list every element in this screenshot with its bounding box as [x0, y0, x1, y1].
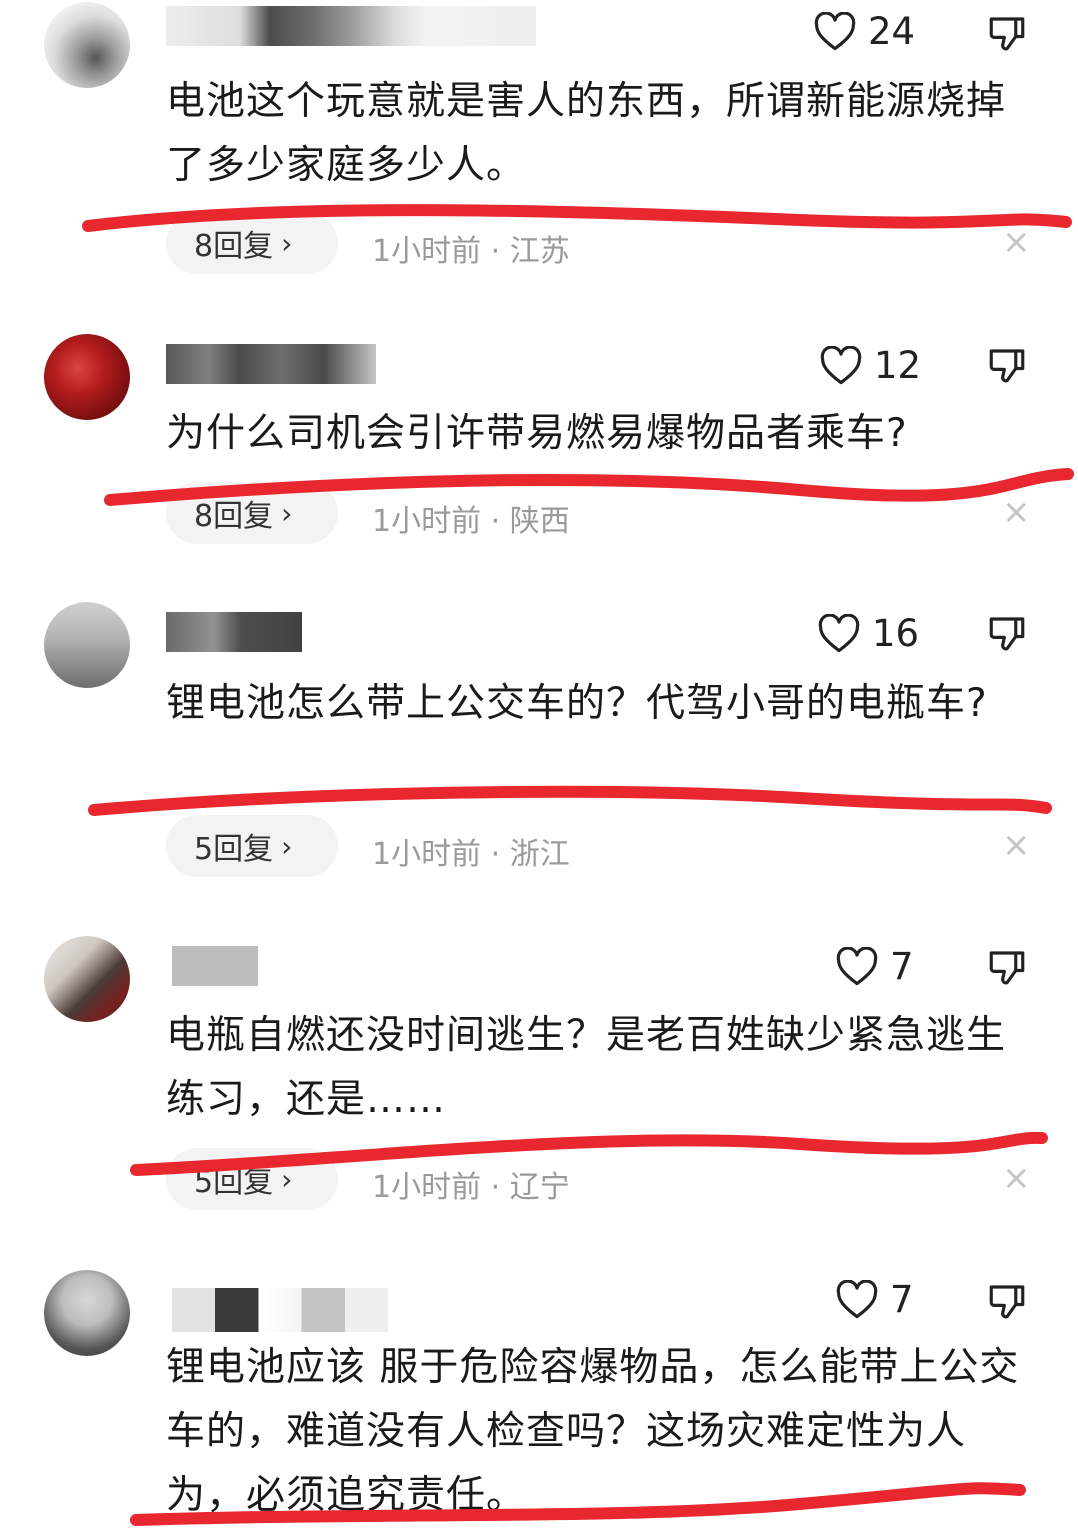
close-icon[interactable]: ×	[1002, 825, 1031, 865]
like-count: 12	[874, 344, 922, 387]
like-count: 7	[890, 1278, 914, 1321]
like-count: 16	[872, 612, 920, 655]
like-button[interactable]: 12	[820, 344, 921, 387]
like-button[interactable]: 16	[818, 612, 919, 655]
chevron-right-icon: ›	[281, 1162, 293, 1196]
comment-meta: 1小时前 · 陕西	[372, 504, 570, 539]
close-icon[interactable]: ×	[1002, 1158, 1031, 1198]
thumbs-down-icon[interactable]	[986, 12, 1028, 54]
heart-outline-icon	[820, 345, 862, 384]
replies-button[interactable]: 5回复 ›	[166, 815, 338, 877]
avatar[interactable]	[44, 936, 130, 1022]
avatar[interactable]	[44, 602, 130, 688]
replies-count: 5回复	[194, 832, 274, 867]
comment-meta: 1小时前 · 江苏	[372, 234, 570, 269]
chevron-right-icon: ›	[281, 226, 293, 260]
replies-button[interactable]: 8回复 ›	[166, 482, 338, 544]
replies-count: 8回复	[194, 229, 274, 264]
heart-outline-icon	[814, 11, 856, 50]
chevron-right-icon: ›	[281, 829, 293, 863]
username-redacted[interactable]	[166, 344, 376, 384]
avatar[interactable]	[44, 334, 130, 420]
heart-outline-icon	[836, 1279, 878, 1318]
comment-meta: 1小时前 · 浙江	[372, 837, 570, 872]
close-icon[interactable]: ×	[1002, 222, 1031, 262]
thumbs-down-icon[interactable]	[986, 1280, 1028, 1322]
comment-text: 锂电池怎么带上公交车的？代驾小哥的电瓶车?	[166, 681, 988, 726]
replies-button[interactable]: 8回复 ›	[166, 212, 338, 274]
avatar[interactable]	[44, 1270, 130, 1356]
like-count: 7	[890, 945, 914, 988]
replies-count: 5回复	[194, 1165, 274, 1200]
close-icon[interactable]: ×	[1002, 492, 1031, 532]
heart-outline-icon	[836, 946, 878, 985]
username-redacted[interactable]	[166, 612, 302, 652]
like-button[interactable]: 24	[814, 10, 915, 53]
username-redacted[interactable]	[172, 1288, 388, 1332]
heart-outline-icon	[818, 613, 860, 652]
chevron-right-icon: ›	[281, 496, 293, 530]
highlight-underline	[88, 785, 1052, 816]
like-button[interactable]: 7	[836, 1278, 914, 1321]
avatar[interactable]	[44, 2, 130, 88]
thumbs-down-icon[interactable]	[986, 612, 1028, 654]
thumbs-down-icon[interactable]	[986, 344, 1028, 386]
like-button[interactable]: 7	[836, 945, 914, 988]
replies-button[interactable]: 5回复 ›	[166, 1148, 338, 1210]
username-redacted[interactable]	[166, 6, 536, 46]
comment-text: 为什么司机会引许带易燃易爆物品者乘车?	[166, 411, 908, 456]
comment-text: 电瓶自燃还没时间逃生？是老百姓缺少紧急逃生练习，还是……	[166, 1013, 1007, 1122]
username-redacted[interactable]	[172, 946, 258, 986]
replies-count: 8回复	[194, 499, 274, 534]
like-count: 24	[868, 10, 916, 53]
comment-meta: 1小时前 · 辽宁	[372, 1170, 570, 1205]
comment-text: 电池这个玩意就是害人的东西，所谓新能源烧掉了多少家庭多少人。	[166, 79, 1007, 188]
comment-text: 锂电池应该 服于危险容爆物品，怎么能带上公交车的，难道没有人检查吗？这场灾难定性…	[166, 1345, 1020, 1518]
thumbs-down-icon[interactable]	[986, 946, 1028, 988]
